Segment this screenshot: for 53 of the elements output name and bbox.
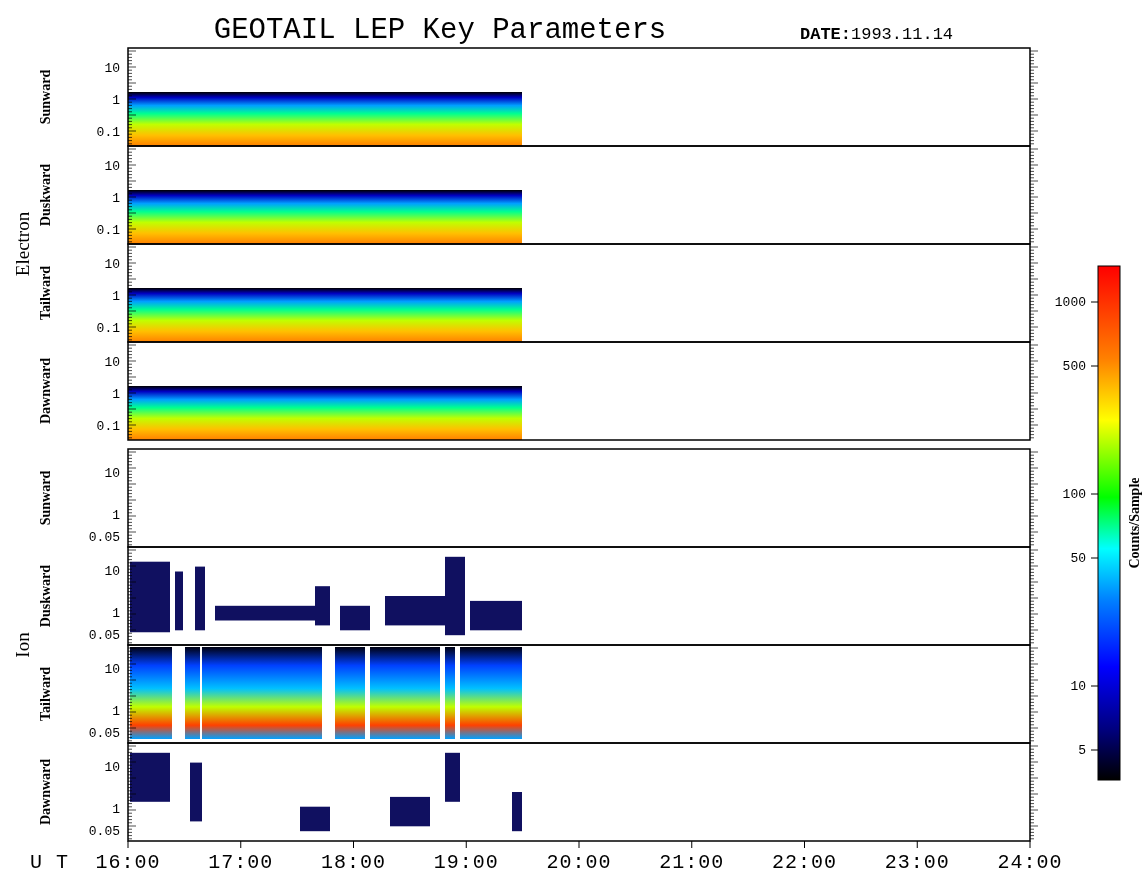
color-scale-tick-label: 50 bbox=[1070, 551, 1086, 566]
panel-label: Tailward bbox=[38, 266, 53, 320]
color-scale-label: Counts/Sample bbox=[1127, 477, 1142, 569]
x-tick-label: 23:00 bbox=[884, 851, 950, 874]
panel-label: Dawnward bbox=[38, 758, 53, 826]
y-tick-label: 1 bbox=[112, 191, 120, 206]
panel-label: Duskward bbox=[38, 163, 53, 227]
y-tick-label: 10 bbox=[104, 760, 120, 775]
x-tick-label: 20:00 bbox=[546, 851, 612, 874]
color-scale-tick-label: 500 bbox=[1062, 359, 1086, 374]
panel-label: Duskward bbox=[38, 564, 53, 628]
y-tick-label: 0.05 bbox=[88, 824, 120, 839]
y-tick-label: 1 bbox=[112, 93, 120, 108]
x-tick-label: 24:00 bbox=[997, 851, 1063, 874]
y-tick-label: 10 bbox=[104, 564, 120, 579]
y-tick-label: 1 bbox=[112, 802, 120, 817]
x-axis-label: U T bbox=[30, 851, 69, 874]
y-tick-label: 10 bbox=[104, 466, 120, 481]
color-scale-tick-label: 5 bbox=[1078, 743, 1086, 758]
y-tick-label: 10 bbox=[104, 662, 120, 677]
y-tick-label: 10 bbox=[104, 61, 120, 76]
group-label: Ion bbox=[12, 632, 33, 658]
x-tick-label: 22:00 bbox=[772, 851, 837, 874]
y-tick-label: 1 bbox=[112, 289, 120, 304]
y-tick-label: 1 bbox=[112, 387, 120, 402]
panel-label: Dawnward bbox=[38, 357, 53, 425]
y-tick-label: 0.1 bbox=[96, 419, 120, 434]
y-tick-label: 1 bbox=[112, 704, 120, 719]
y-tick-label: 10 bbox=[104, 257, 120, 272]
y-tick-label: 0.05 bbox=[88, 628, 120, 643]
color-scale-tick-label: 100 bbox=[1062, 487, 1086, 502]
y-tick-label: 1 bbox=[112, 606, 120, 621]
y-tick-label: 0.05 bbox=[88, 530, 120, 545]
y-tick-label: 0.1 bbox=[96, 321, 120, 336]
x-tick-label: 16:00 bbox=[95, 851, 161, 874]
y-tick-label: 10 bbox=[104, 355, 120, 370]
panel-label: Sunward bbox=[38, 69, 53, 125]
y-tick-label: 0.1 bbox=[96, 223, 120, 238]
panel-label: Tailward bbox=[38, 667, 53, 721]
group-label: Electron bbox=[12, 211, 33, 277]
y-tick-label: 0.05 bbox=[88, 726, 120, 741]
x-tick-label: 18:00 bbox=[321, 851, 386, 874]
date-label: DATE:1993.11.14 bbox=[800, 25, 954, 44]
color-scale-tick-label: 1000 bbox=[1054, 295, 1086, 310]
x-tick-label: 17:00 bbox=[208, 851, 274, 874]
y-tick-label: 0.1 bbox=[96, 125, 120, 140]
panel-label: Sunward bbox=[38, 470, 53, 526]
x-tick-label: 19:00 bbox=[433, 851, 499, 874]
y-tick-label: 1 bbox=[112, 508, 120, 523]
chart-title: GEOTAIL LEP Key Parameters bbox=[213, 14, 667, 47]
color-scale-tick-label: 10 bbox=[1070, 679, 1086, 694]
y-tick-label: 10 bbox=[104, 159, 120, 174]
x-tick-label: 21:00 bbox=[659, 851, 725, 874]
